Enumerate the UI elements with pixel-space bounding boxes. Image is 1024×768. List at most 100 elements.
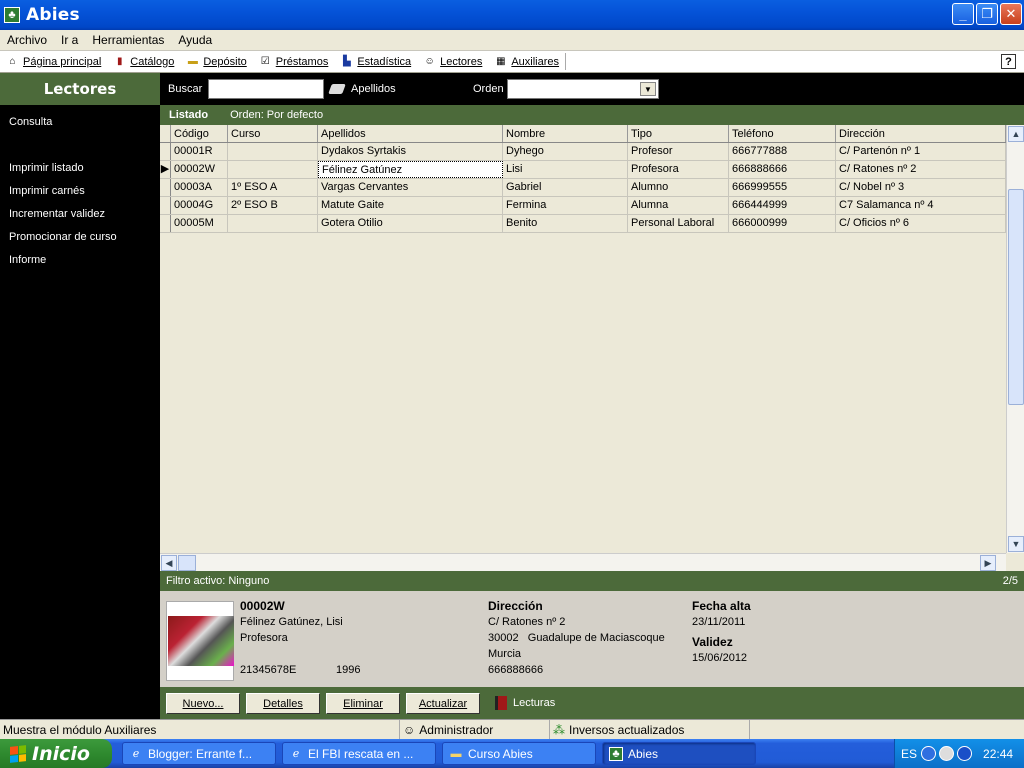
detail-full-name: Félinez Gatúnez, Lisi xyxy=(240,616,343,628)
nuevo-label: Nuevo... xyxy=(182,697,224,710)
column-header-tipo[interactable]: Tipo xyxy=(628,125,729,142)
status-bar: Muestra el módulo Auxiliares ☺ Administra… xyxy=(0,719,1024,739)
nuevo-button[interactable]: Nuevo... xyxy=(166,693,240,714)
help-button[interactable]: ? xyxy=(1001,54,1016,69)
cell-curso xyxy=(228,215,318,232)
detail-signup-title: Fecha alta xyxy=(692,599,751,613)
sidebar-item-incrementar-validez[interactable]: Incrementar validez xyxy=(9,208,105,220)
toolbar-estadistica[interactable]: ▙ Estadística xyxy=(334,51,417,72)
table-row[interactable]: 00003A 1º ESO A Vargas Cervantes Gabriel… xyxy=(160,179,1006,197)
actualizar-label: Actualizar xyxy=(418,697,468,710)
tray-network-icon[interactable] xyxy=(939,746,955,761)
cell-codigo: 00002W xyxy=(171,161,228,178)
window-title: Abies xyxy=(26,5,80,25)
toolbar-prestamos[interactable]: ☑ Préstamos xyxy=(253,51,335,72)
menu-archivo[interactable]: Archivo xyxy=(0,33,54,47)
reader-detail-panel: 00002W Félinez Gatúnez, Lisi Profesora 2… xyxy=(160,591,1024,687)
abies-app-icon: ♣ xyxy=(4,7,20,23)
actualizar-button[interactable]: Actualizar xyxy=(406,693,480,714)
scroll-down-icon[interactable]: ▼ xyxy=(1008,536,1024,552)
column-header-curso[interactable]: Curso xyxy=(228,125,318,142)
cell-tipo: Alumna xyxy=(628,197,729,214)
menu-herramientas[interactable]: Herramientas xyxy=(85,33,171,47)
detail-street: C/ Ratones nº 2 xyxy=(488,616,566,628)
status-message: Muestra el módulo Auxiliares xyxy=(0,720,400,739)
search-label: Buscar xyxy=(168,83,203,95)
detail-postal-city: 30002 Guadalupe de Maciascoque xyxy=(488,632,665,644)
bar-chart-icon: ▙ xyxy=(342,56,351,67)
detail-signup-date: 23/11/2011 xyxy=(692,616,746,628)
search-bar: Buscar Apellidos Orden ▼ xyxy=(160,73,1024,105)
cell-curso: 1º ESO A xyxy=(228,179,318,196)
detail-validity-date: 15/06/2012 xyxy=(692,652,748,664)
column-header-codigo[interactable]: Código xyxy=(171,125,228,142)
order-select[interactable]: ▼ xyxy=(507,79,659,99)
clock: 22:44 xyxy=(983,746,1014,761)
detail-address-title: Dirección xyxy=(488,599,543,613)
menu-bar: Archivo Ir a Herramientas Ayuda xyxy=(0,30,1024,50)
toolbar-label: Estadística xyxy=(357,55,412,68)
detail-id-number: 21345678E xyxy=(240,664,297,676)
sidebar-item-imprimir-carnes[interactable]: Imprimir carnés xyxy=(9,185,85,197)
menu-ir-a[interactable]: Ir a xyxy=(54,33,85,47)
column-header-direccion[interactable]: Dirección xyxy=(836,125,1006,142)
restore-button[interactable]: ❐ xyxy=(976,3,998,25)
language-indicator[interactable]: ES xyxy=(901,747,917,761)
status-empty xyxy=(750,720,1024,739)
task-fbi[interactable]: ℯ El FBI rescata en ... xyxy=(282,742,436,765)
close-button[interactable]: ✕ xyxy=(1000,3,1022,25)
system-tray: ES 22:44 xyxy=(894,739,1024,768)
sidebar: Lectores Consulta Imprimir listado Impri… xyxy=(0,73,160,719)
toolbar-lectores[interactable]: ☺ Lectores xyxy=(417,51,488,72)
start-button[interactable]: Inicio xyxy=(0,739,112,768)
sidebar-item-imprimir-listado[interactable]: Imprimir listado xyxy=(9,162,84,174)
tray-b-icon[interactable] xyxy=(957,746,973,761)
eliminar-button[interactable]: Eliminar xyxy=(326,693,400,714)
cell-apellidos-focused[interactable]: Félinez Gatúnez xyxy=(318,161,503,178)
scroll-right-icon[interactable]: ▶ xyxy=(980,555,996,571)
chevron-down-icon[interactable]: ▼ xyxy=(640,82,656,96)
toolbar-pagina-principal[interactable]: ⌂ Página principal xyxy=(0,51,107,72)
toolbar-auxiliares[interactable]: ▦ Auxiliares xyxy=(488,51,565,72)
detail-type: Profesora xyxy=(240,632,288,644)
horizontal-scrollbar[interactable]: ◀ ▶ xyxy=(160,553,1006,571)
minimize-button[interactable]: _ xyxy=(952,3,974,25)
detail-phone: 666888666 xyxy=(488,664,544,676)
table-row-selected[interactable]: ▶ 00002W Félinez Gatúnez Lisi Profesora … xyxy=(160,161,1006,179)
sidebar-item-consulta[interactable]: Consulta xyxy=(9,116,52,128)
menu-ayuda[interactable]: Ayuda xyxy=(171,33,219,47)
table-row[interactable]: 00005M Gotera Otilio Benito Personal Lab… xyxy=(160,215,1006,233)
column-header-apellidos[interactable]: Apellidos xyxy=(318,125,503,142)
eraser-icon[interactable] xyxy=(328,84,346,94)
search-input[interactable] xyxy=(208,79,324,99)
column-header-nombre[interactable]: Nombre xyxy=(503,125,628,142)
detalles-button[interactable]: Detalles xyxy=(246,693,320,714)
scroll-up-icon[interactable]: ▲ xyxy=(1008,126,1024,142)
scroll-left-icon[interactable]: ◀ xyxy=(161,555,177,571)
toolbar-label: Depósito xyxy=(203,55,247,68)
horizontal-scroll-thumb[interactable] xyxy=(178,555,196,571)
cell-tipo: Profesora xyxy=(628,161,729,178)
tray-back-icon[interactable] xyxy=(921,746,937,761)
vertical-scrollbar[interactable]: ▲ ▼ xyxy=(1006,125,1024,553)
task-blogger[interactable]: ℯ Blogger: Errante f... xyxy=(122,742,276,765)
toolbar-deposito[interactable]: ▬ Depósito xyxy=(180,51,252,72)
task-abies[interactable]: ♣ Abies xyxy=(602,742,756,765)
row-indicator xyxy=(160,215,171,232)
start-label: Inicio xyxy=(32,742,90,765)
column-header-telefono[interactable]: Teléfono xyxy=(729,125,836,142)
lecturas-link[interactable]: Lecturas xyxy=(495,696,555,710)
toolbar-catalogo[interactable]: ▮ Catálogo xyxy=(107,51,180,72)
home-icon: ⌂ xyxy=(9,56,16,67)
table-row[interactable]: 00001R Dydakos Syrtakis Dyhego Profesor … xyxy=(160,143,1006,161)
book-icon xyxy=(495,696,507,710)
cell-nombre: Benito xyxy=(503,215,628,232)
vertical-scroll-thumb[interactable] xyxy=(1008,189,1024,405)
sidebar-item-promocionar-curso[interactable]: Promocionar de curso xyxy=(9,231,117,243)
task-curso-abies[interactable]: ▬ Curso Abies xyxy=(442,742,596,765)
table-row[interactable]: 00004G 2º ESO B Matute Gaite Fermina Alu… xyxy=(160,197,1006,215)
sidebar-item-informe[interactable]: Informe xyxy=(9,254,46,266)
cell-telefono: 666888666 xyxy=(729,161,836,178)
lecturas-label: Lecturas xyxy=(513,697,556,709)
task-label: Curso Abies xyxy=(468,746,533,761)
